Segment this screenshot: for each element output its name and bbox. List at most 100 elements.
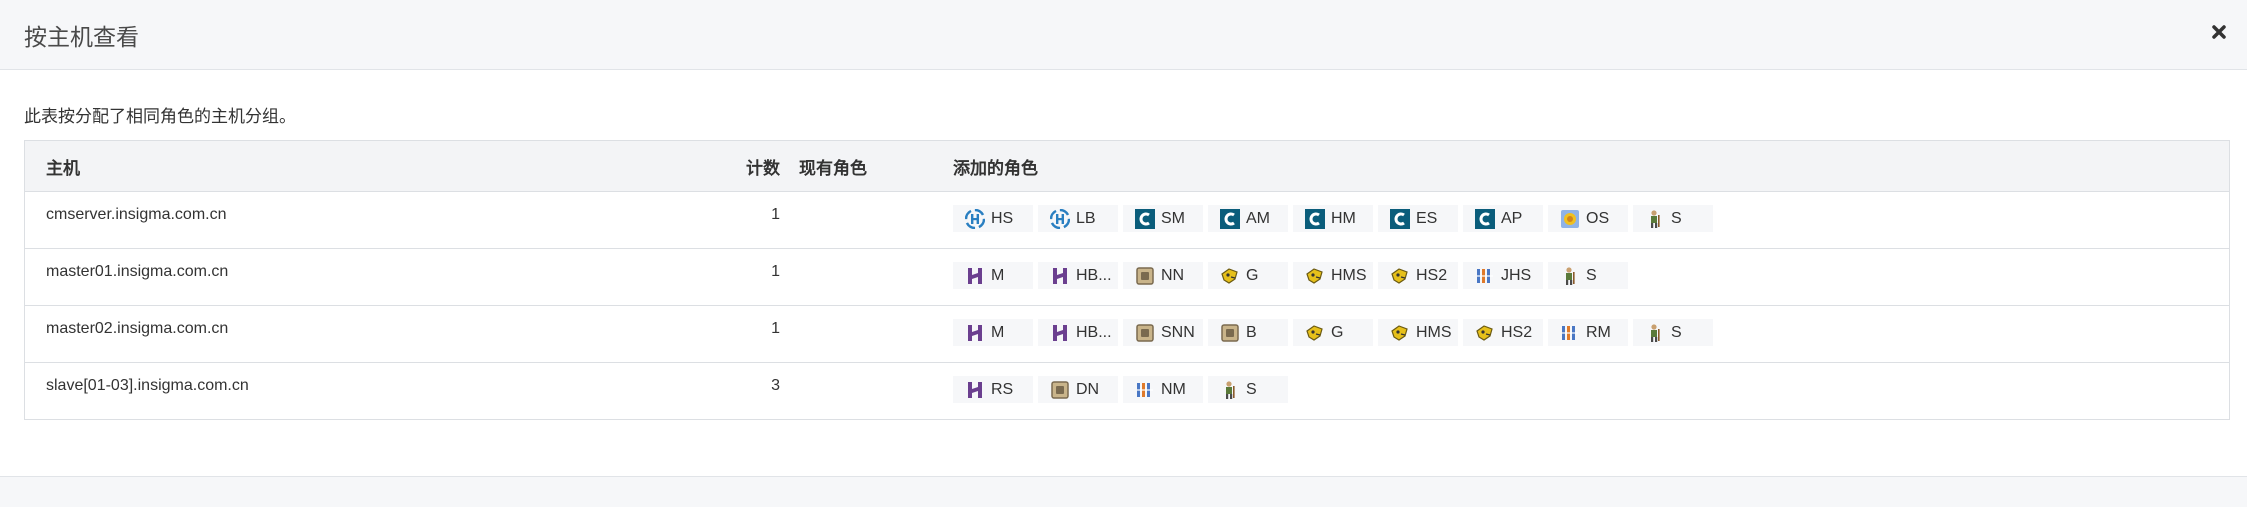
- hive-icon: [1475, 323, 1495, 343]
- dialog-footer: [0, 476, 2247, 507]
- role-badge: AM: [1208, 205, 1288, 232]
- table-body: cmserver.insigma.com.cn 1 HS LB SM AM HM ES AP OS…: [24, 191, 2230, 420]
- role-label: AP: [1501, 209, 1523, 227]
- close-icon: [2212, 25, 2226, 39]
- role-label: S: [1671, 209, 1682, 227]
- table-row: cmserver.insigma.com.cn 1 HS LB SM AM HM ES AP OS…: [24, 191, 2230, 249]
- role-label: G: [1331, 323, 1344, 341]
- added-roles-cell: M HB... NN G HMS HS2 JHS S: [953, 248, 2230, 306]
- role-badge: DN: [1038, 376, 1118, 403]
- dialog-header: 按主机查看: [0, 0, 2247, 70]
- host-count-cell: 1: [701, 305, 799, 363]
- role-badge: HB...: [1038, 319, 1118, 346]
- role-label: ES: [1416, 209, 1438, 227]
- role-badge: SM: [1123, 205, 1203, 232]
- added-roles-cell: M HB... SNN B G HMS HS2 RM S: [953, 305, 2230, 363]
- zookeeper-icon: [1645, 209, 1665, 229]
- cloudera-icon: [1135, 208, 1155, 229]
- role-label: S: [1246, 380, 1257, 398]
- header-existing-roles: 现有角色: [799, 140, 953, 192]
- role-badge: G: [1293, 319, 1373, 346]
- role-badge: G: [1208, 262, 1288, 289]
- hbase-icon: [965, 323, 985, 343]
- existing-roles-cell: [799, 305, 953, 363]
- role-list: HS LB SM AM HM ES AP OS S: [953, 192, 2229, 232]
- role-list: M HB... SNN B G HMS HS2 RM S: [953, 306, 2229, 346]
- hue-icon: [1049, 208, 1071, 229]
- role-label: AM: [1246, 209, 1270, 227]
- role-label: OS: [1586, 209, 1610, 227]
- role-badge: NN: [1123, 262, 1203, 289]
- role-badge: M: [953, 319, 1033, 346]
- role-badge: HMS: [1378, 319, 1458, 346]
- role-label: HM: [1331, 209, 1356, 227]
- role-badge: HMS: [1293, 262, 1373, 289]
- hdfs-icon: [1220, 323, 1240, 343]
- role-label: S: [1586, 266, 1597, 284]
- role-badge: B: [1208, 319, 1288, 346]
- role-badge: RM: [1548, 319, 1628, 346]
- existing-roles-cell: [799, 191, 953, 249]
- cloudera-icon: [1390, 208, 1410, 229]
- table-row: master01.insigma.com.cn 1 M HB... NN G HMS HS2 J…: [24, 248, 2230, 306]
- yarn-icon: [1475, 266, 1495, 286]
- header-host: 主机: [24, 140, 701, 192]
- role-label: RM: [1586, 323, 1611, 341]
- host-count-cell: 3: [771, 377, 780, 394]
- yarn-icon: [1560, 323, 1580, 343]
- cloudera-icon: [1475, 208, 1495, 229]
- table-header-row: 主机 计数 现有角色 添加的角色: [24, 140, 2230, 192]
- role-label: HB...: [1076, 266, 1112, 284]
- role-badge: NM: [1123, 376, 1203, 403]
- role-badge: HS2: [1463, 319, 1543, 346]
- host-name-cell: master02.insigma.com.cn: [24, 305, 701, 363]
- role-label: M: [991, 266, 1005, 284]
- role-badge: SNN: [1123, 319, 1203, 346]
- oozie-icon: [1560, 209, 1580, 229]
- added-roles-cell: RS DN NM S: [953, 363, 2230, 420]
- cloudera-icon: [1305, 208, 1325, 229]
- host-name-cell: slave[01-03].insigma.com.cn: [46, 377, 249, 394]
- role-label: SNN: [1161, 323, 1195, 341]
- dialog-description: 此表按分配了相同角色的主机分组。: [24, 107, 296, 127]
- existing-roles-cell: [799, 248, 953, 306]
- zookeeper-icon: [1645, 323, 1665, 343]
- role-badge: JHS: [1463, 262, 1543, 289]
- hbase-icon: [965, 266, 985, 286]
- hive-icon: [1305, 323, 1325, 343]
- role-label: DN: [1076, 380, 1100, 398]
- role-badge: HB...: [1038, 262, 1118, 289]
- existing-roles-cell: [799, 363, 953, 420]
- hbase-icon: [1050, 266, 1070, 286]
- role-label: HS: [991, 209, 1014, 227]
- hdfs-icon: [1135, 323, 1155, 343]
- role-label: HS2: [1416, 266, 1448, 284]
- role-label: HMS: [1331, 266, 1367, 284]
- role-badge: AP: [1463, 205, 1543, 232]
- host-count-cell: 1: [701, 191, 799, 249]
- hive-icon: [1305, 266, 1325, 286]
- role-list: M HB... NN G HMS HS2 JHS S: [953, 249, 2229, 289]
- hue-icon: [964, 208, 986, 229]
- hbase-icon: [965, 380, 985, 400]
- host-name-cell: master01.insigma.com.cn: [24, 248, 701, 306]
- hdfs-icon: [1135, 266, 1155, 286]
- header-added-roles: 添加的角色: [953, 140, 2230, 192]
- host-name-cell: cmserver.insigma.com.cn: [24, 191, 701, 249]
- role-label: JHS: [1501, 266, 1532, 284]
- hive-icon: [1390, 266, 1410, 286]
- role-badge: M: [953, 262, 1033, 289]
- role-badge: S: [1633, 205, 1713, 232]
- role-label: NM: [1161, 380, 1186, 398]
- role-badge: HS2: [1378, 262, 1458, 289]
- close-button[interactable]: [2207, 22, 2231, 46]
- role-badge: S: [1633, 319, 1713, 346]
- role-badge: ES: [1378, 205, 1458, 232]
- role-label: HMS: [1416, 323, 1452, 341]
- role-list: RS DN NM S: [953, 363, 2229, 403]
- added-roles-cell: HS LB SM AM HM ES AP OS S: [953, 191, 2230, 249]
- table-row: slave[01-03].insigma.com.cn 3 RS DN NM S: [25, 363, 2230, 420]
- zookeeper-icon: [1560, 266, 1580, 286]
- role-label: HB...: [1076, 323, 1112, 341]
- role-label: LB: [1076, 209, 1096, 227]
